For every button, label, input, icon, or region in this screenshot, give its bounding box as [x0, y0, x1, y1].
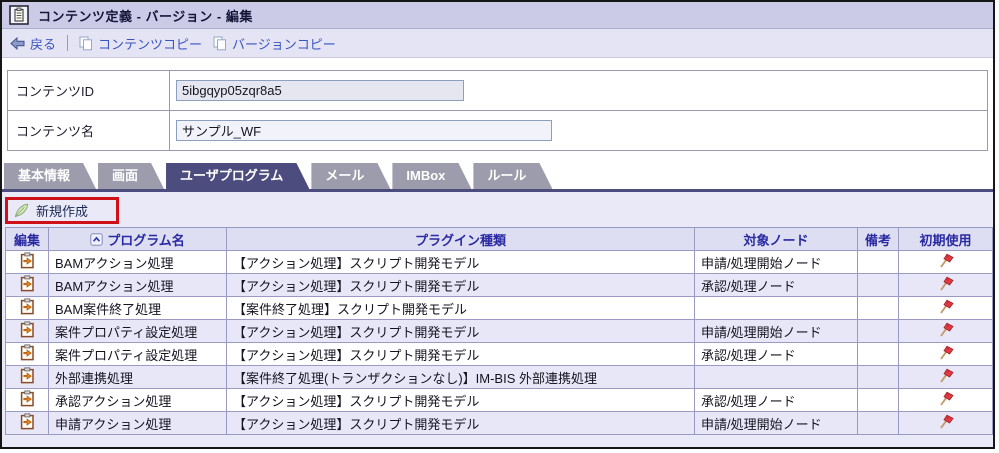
program-name-cell: BAM案件終了処理: [48, 296, 227, 320]
program-name-cell: BAMアクション処理: [48, 250, 227, 274]
tab-userpgm[interactable]: ユーザプログラム: [166, 163, 309, 189]
note-cell: [857, 365, 899, 389]
table-row: 承認アクション処理 【アクション処理】スクリプト開発モデル 承認/処理ノード: [5, 388, 993, 412]
plugin-type-cell: 【アクション処理】スクリプト開発モデル: [226, 411, 695, 435]
red-flag-icon: [937, 321, 954, 338]
program-name-cell: 案件プロパティ設定処理: [48, 319, 227, 343]
red-flag-icon: [937, 275, 954, 292]
red-flag-icon: [937, 252, 954, 269]
content-name-field[interactable]: [176, 120, 552, 141]
sort-ascending-icon[interactable]: [90, 232, 103, 246]
header-note: 備考: [857, 227, 899, 251]
plugin-type-cell: 【アクション処理】スクリプト開発モデル: [226, 342, 695, 366]
target-node-cell: 承認/処理ノード: [694, 342, 858, 366]
tab-basic[interactable]: 基本情報: [4, 163, 96, 189]
user-program-table: 編集 プログラム名 プラグイン種類 対象ノード 備考 初期使用 BAMアクション…: [5, 227, 993, 435]
note-cell: [857, 411, 899, 435]
toolbar: 戻る コンテンツコピー バージョンコピー: [2, 29, 993, 58]
note-cell: [857, 296, 899, 320]
program-name-cell: 案件プロパティ設定処理: [48, 342, 227, 366]
quill-feather-icon: [13, 202, 30, 219]
target-node-cell: 申請/処理開始ノード: [694, 411, 858, 435]
plugin-type-cell: 【案件終了処理(トランザクションなし)】IM-BIS 外部連携処理: [226, 365, 695, 389]
plugin-type-cell: 【アクション処理】スクリプト開発モデル: [226, 319, 695, 343]
content-id-label: コンテンツID: [7, 70, 170, 111]
program-name-cell: BAMアクション処理: [48, 273, 227, 297]
note-cell: [857, 250, 899, 274]
table-header-row: 編集 プログラム名 プラグイン種類 対象ノード 備考 初期使用: [5, 227, 993, 251]
back-label: 戻る: [30, 36, 57, 52]
plugin-type-cell: 【アクション処理】スクリプト開発モデル: [226, 273, 695, 297]
header-target-node: 対象ノード: [694, 227, 858, 251]
table-row: 案件プロパティ設定処理 【アクション処理】スクリプト開発モデル 申請/処理開始ノ…: [5, 319, 993, 343]
plugin-type-cell: 【案件終了処理】スクリプト開発モデル: [226, 296, 695, 320]
target-node-cell: 承認/処理ノード: [694, 388, 858, 412]
table-row: 外部連携処理 【案件終了処理(トランザクションなし)】IM-BIS 外部連携処理: [5, 365, 993, 389]
edit-clipboard-arrow-icon[interactable]: [20, 367, 35, 384]
edit-clipboard-arrow-icon[interactable]: [20, 413, 35, 430]
table-row: BAMアクション処理 【アクション処理】スクリプト開発モデル 申請/処理開始ノー…: [5, 250, 993, 274]
form-row-content-name: コンテンツ名: [7, 110, 988, 151]
form-row-content-id: コンテンツID: [7, 70, 988, 111]
header-edit: 編集: [5, 227, 49, 251]
tab-screen[interactable]: 画面: [98, 163, 164, 189]
content-id-field[interactable]: [176, 80, 464, 101]
page-title: コンテンツ定義 - バージョン - 編集: [38, 8, 253, 24]
tab-mail[interactable]: メール: [311, 163, 390, 189]
content-copy-button[interactable]: コンテンツコピー: [79, 34, 202, 53]
note-cell: [857, 273, 899, 297]
tab-rule[interactable]: ルール: [473, 163, 552, 189]
table-row: BAMアクション処理 【アクション処理】スクリプト開発モデル 承認/処理ノード: [5, 273, 993, 297]
create-row: 新規作成: [5, 194, 987, 226]
edit-clipboard-arrow-icon[interactable]: [20, 252, 35, 269]
back-arrow-icon: [10, 36, 25, 50]
version-copy-button[interactable]: バージョンコピー: [213, 34, 336, 53]
content-definition-window: コンテンツ定義 - バージョン - 編集 戻る コンテンツコピー バージョンコピ…: [0, 0, 995, 449]
table-row: 申請アクション処理 【アクション処理】スクリプト開発モデル 申請/処理開始ノード: [5, 411, 993, 435]
version-copy-label: バージョンコピー: [232, 36, 336, 52]
copy-pages-icon: [213, 36, 227, 51]
create-new-label: 新規作成: [36, 203, 89, 219]
edit-clipboard-arrow-icon[interactable]: [20, 344, 35, 361]
program-name-cell: 外部連携処理: [48, 365, 227, 389]
target-node-cell: [694, 365, 858, 389]
edit-clipboard-arrow-icon[interactable]: [20, 275, 35, 292]
create-new-button[interactable]: 新規作成: [5, 196, 120, 224]
note-cell: [857, 388, 899, 412]
red-flag-icon: [937, 390, 954, 407]
header-initial-use: 初期使用: [898, 227, 993, 251]
table-row: BAM案件終了処理 【案件終了処理】スクリプト開発モデル: [5, 296, 993, 320]
target-node-cell: 申請/処理開始ノード: [694, 250, 858, 274]
red-flag-icon: [937, 298, 954, 315]
content-form: コンテンツID コンテンツ名: [2, 58, 993, 151]
note-cell: [857, 319, 899, 343]
back-button[interactable]: 戻る: [10, 34, 56, 53]
header-plugin-type: プラグイン種類: [226, 227, 695, 251]
edit-clipboard-arrow-icon[interactable]: [20, 321, 35, 338]
content-copy-label: コンテンツコピー: [98, 36, 203, 52]
target-node-cell: [694, 296, 858, 320]
copy-pages-icon: [79, 36, 93, 51]
edit-clipboard-arrow-icon[interactable]: [20, 298, 35, 315]
toolbar-separator: [67, 35, 69, 51]
plugin-type-cell: 【アクション処理】スクリプト開発モデル: [226, 250, 695, 274]
target-node-cell: 承認/処理ノード: [694, 273, 858, 297]
plugin-type-cell: 【アクション処理】スクリプト開発モデル: [226, 388, 695, 412]
red-flag-icon: [937, 367, 954, 384]
tab-strip: 基本情報 画面 ユーザプログラム メール IMBox ルール: [2, 163, 993, 189]
program-name-cell: 申請アクション処理: [48, 411, 227, 435]
tab-imbox[interactable]: IMBox: [392, 163, 471, 189]
header-program-name: プログラム名: [48, 227, 227, 251]
title-bar: コンテンツ定義 - バージョン - 編集: [2, 2, 993, 29]
edit-clipboard-arrow-icon[interactable]: [20, 390, 35, 407]
note-cell: [857, 342, 899, 366]
program-name-cell: 承認アクション処理: [48, 388, 227, 412]
user-program-panel: 新規作成 編集 プログラム名 プラグイン種類 対象ノード 備考 初期使用 BAM…: [2, 192, 993, 447]
content-name-label: コンテンツ名: [7, 110, 170, 151]
target-node-cell: 申請/処理開始ノード: [694, 319, 858, 343]
table-row: 案件プロパティ設定処理 【アクション処理】スクリプト開発モデル 承認/処理ノード: [5, 342, 993, 366]
red-flag-icon: [937, 413, 954, 430]
clipboard-icon: [9, 5, 29, 25]
red-flag-icon: [937, 344, 954, 361]
